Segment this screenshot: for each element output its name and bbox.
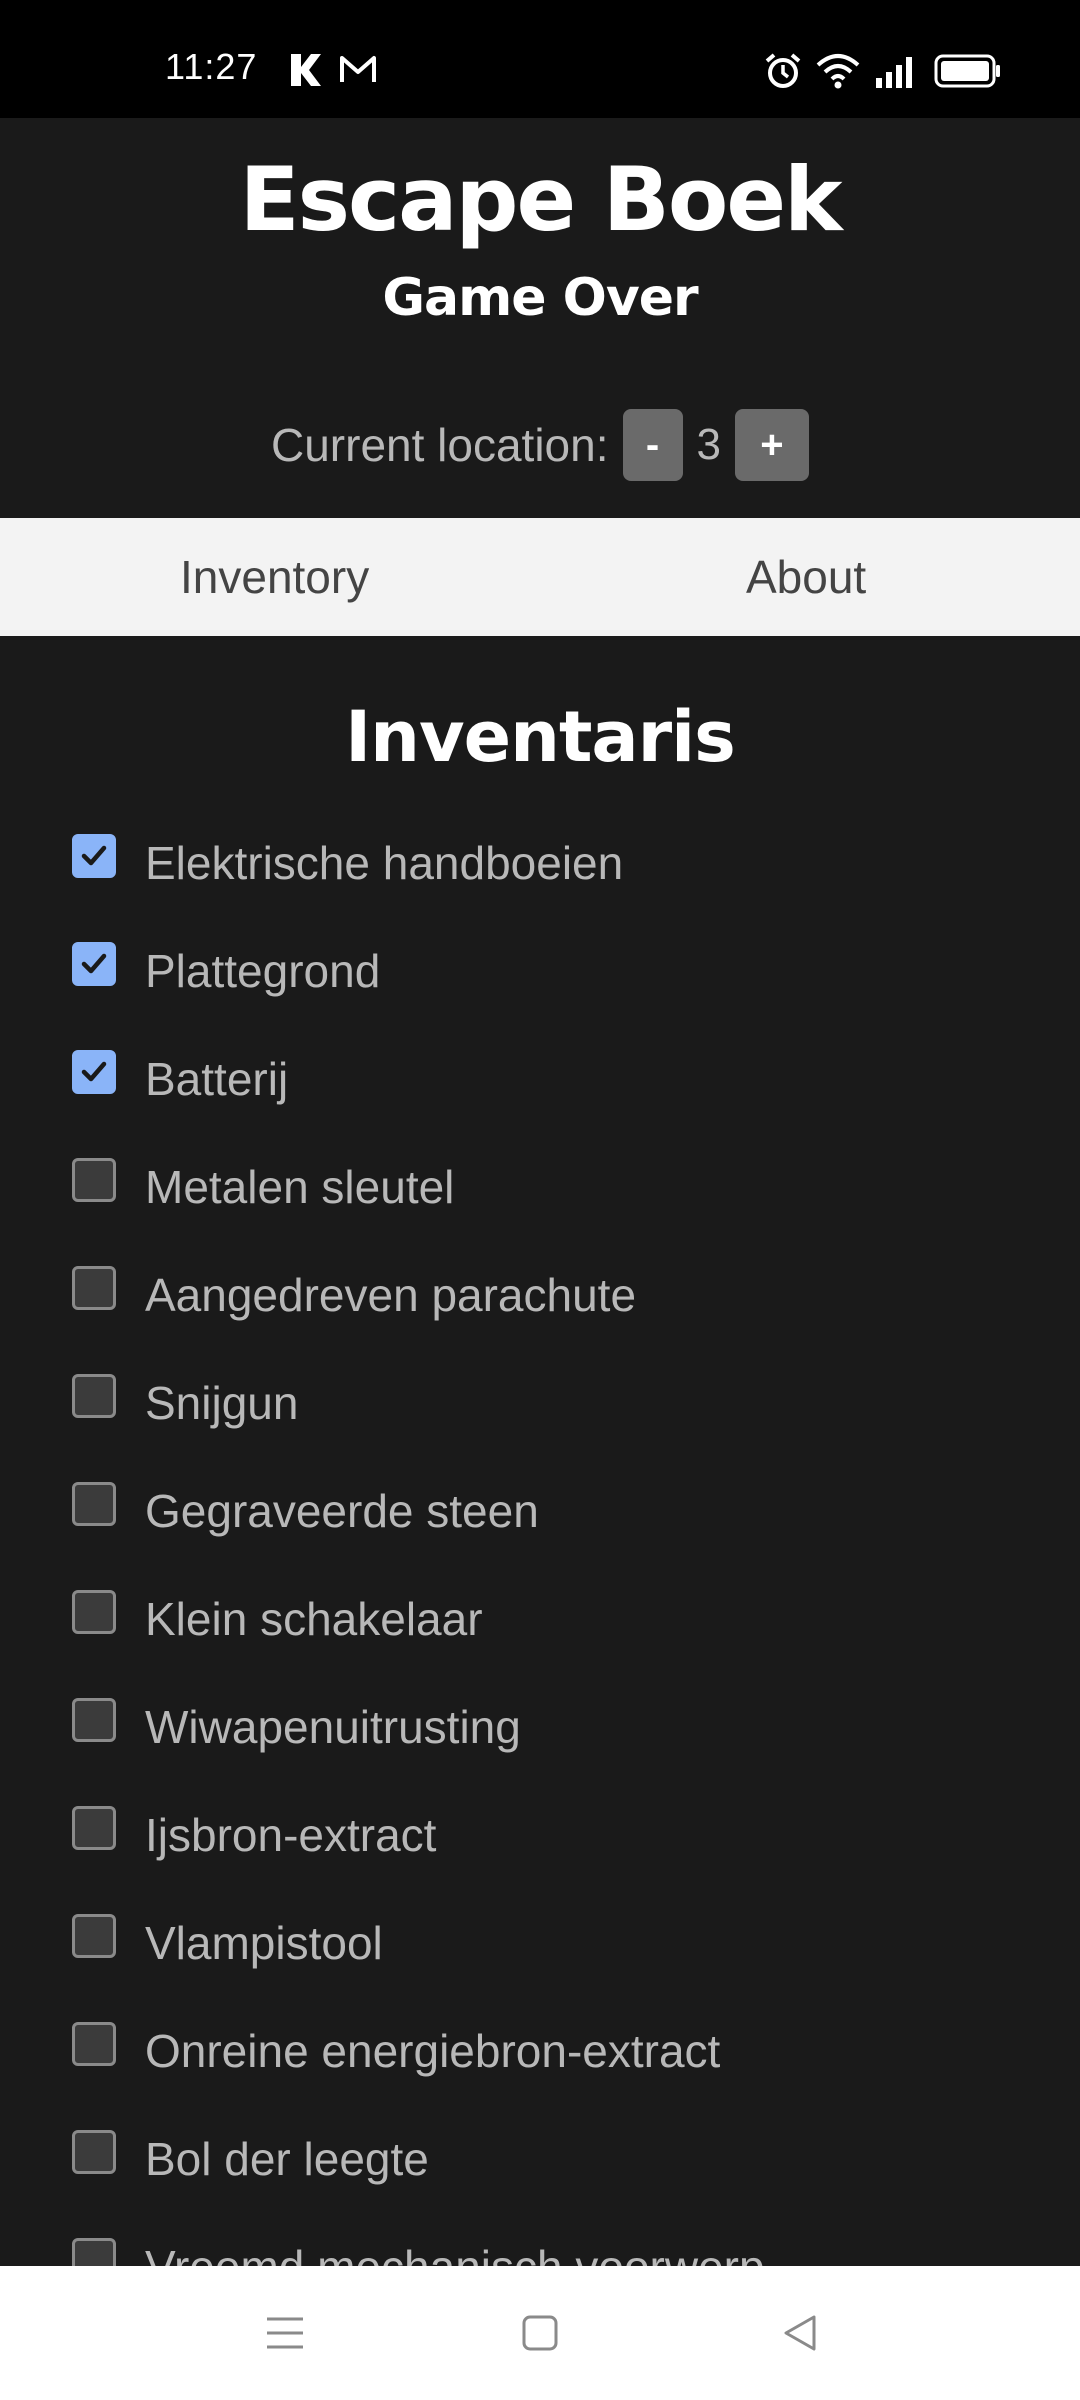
inventory-checkbox[interactable] xyxy=(72,1914,116,1958)
inventory-checkbox[interactable] xyxy=(72,1482,116,1526)
inventory-item-label: Batterij xyxy=(145,1053,289,1105)
inventory-checkbox[interactable] xyxy=(72,1590,116,1634)
location-value: 3 xyxy=(696,420,721,469)
inventory-checkbox[interactable] xyxy=(72,1266,116,1310)
kasa-app-icon xyxy=(291,54,321,86)
inventory-checkbox[interactable] xyxy=(72,1806,116,1850)
status-icons xyxy=(764,50,1002,92)
inventory-item-label: Metalen sleutel xyxy=(145,1161,455,1213)
inventory-checkbox[interactable] xyxy=(72,1050,116,1094)
inventory-checkbox[interactable] xyxy=(72,1158,116,1202)
inventory-item-label: Onreine energiebron-extract xyxy=(145,2025,721,2077)
gmail-icon xyxy=(340,56,376,82)
inventory-item-label: Plattegrond xyxy=(145,945,381,997)
app-subtitle: Game Over xyxy=(382,268,698,328)
wifi-icon xyxy=(816,54,860,89)
inventory-checkbox[interactable] xyxy=(72,2130,116,2174)
inventory-item-label: Gegraveerde steen xyxy=(145,1485,539,1537)
inventory-item-label: Wiwapenuitrusting xyxy=(145,1701,521,1753)
checkmark-icon xyxy=(81,1061,107,1082)
checkmark-icon xyxy=(81,953,107,974)
checkmark-icon xyxy=(81,845,107,866)
inventory-item-label: Vlampistool xyxy=(145,1917,383,1969)
tab-inventory[interactable]: Inventory xyxy=(0,518,514,636)
tab-about[interactable]: About xyxy=(514,518,1080,636)
battery-icon xyxy=(934,54,1000,88)
menu-icon[interactable] xyxy=(263,2311,307,2355)
app-title: Escape Boek xyxy=(239,148,842,251)
inventory-item-label: Vreemd mechanisch voorwerp xyxy=(145,2240,765,2266)
decrement-location-button[interactable]: - xyxy=(622,409,683,481)
home-icon[interactable] xyxy=(518,2311,562,2355)
inventory-checkbox[interactable] xyxy=(72,942,116,986)
inventory-title: Inventaris xyxy=(345,696,736,778)
signal-icon xyxy=(876,57,912,88)
inventory-item-label: Elektrische handboeien xyxy=(145,837,624,889)
location-control: Current location: - 3 + xyxy=(0,408,1080,482)
inventory-item-label: Ijsbron-extract xyxy=(145,1809,437,1861)
increment-location-button[interactable]: + xyxy=(734,409,809,481)
inventory-checkbox[interactable] xyxy=(72,834,116,878)
app-header: Escape Boek Game Over Current location: … xyxy=(0,118,1080,518)
status-bar: 11:27 xyxy=(0,0,1080,118)
inventory-item-label: Snijgun xyxy=(145,1377,299,1429)
inventory-item-label: Bol der leegte xyxy=(145,2133,429,2185)
back-icon[interactable] xyxy=(778,2311,822,2355)
alarm-icon xyxy=(765,53,801,88)
inventory-checkbox[interactable] xyxy=(72,2238,116,2266)
inventory-checkbox[interactable] xyxy=(72,2022,116,2066)
inventory-section: Inventaris Elektrische handboeien Platteg… xyxy=(0,636,1080,2266)
inventory-item-label: Klein schakelaar xyxy=(145,1593,483,1645)
inventory-checkbox[interactable] xyxy=(72,1698,116,1742)
inventory-checkbox[interactable] xyxy=(72,1374,116,1418)
inventory-item-label: Aangedreven parachute xyxy=(145,1269,637,1321)
status-time: 11:27 xyxy=(165,46,258,87)
location-label: Current location: xyxy=(271,419,609,471)
tab-bar: Inventory About xyxy=(0,518,1080,636)
system-nav-bar xyxy=(0,2266,1080,2400)
